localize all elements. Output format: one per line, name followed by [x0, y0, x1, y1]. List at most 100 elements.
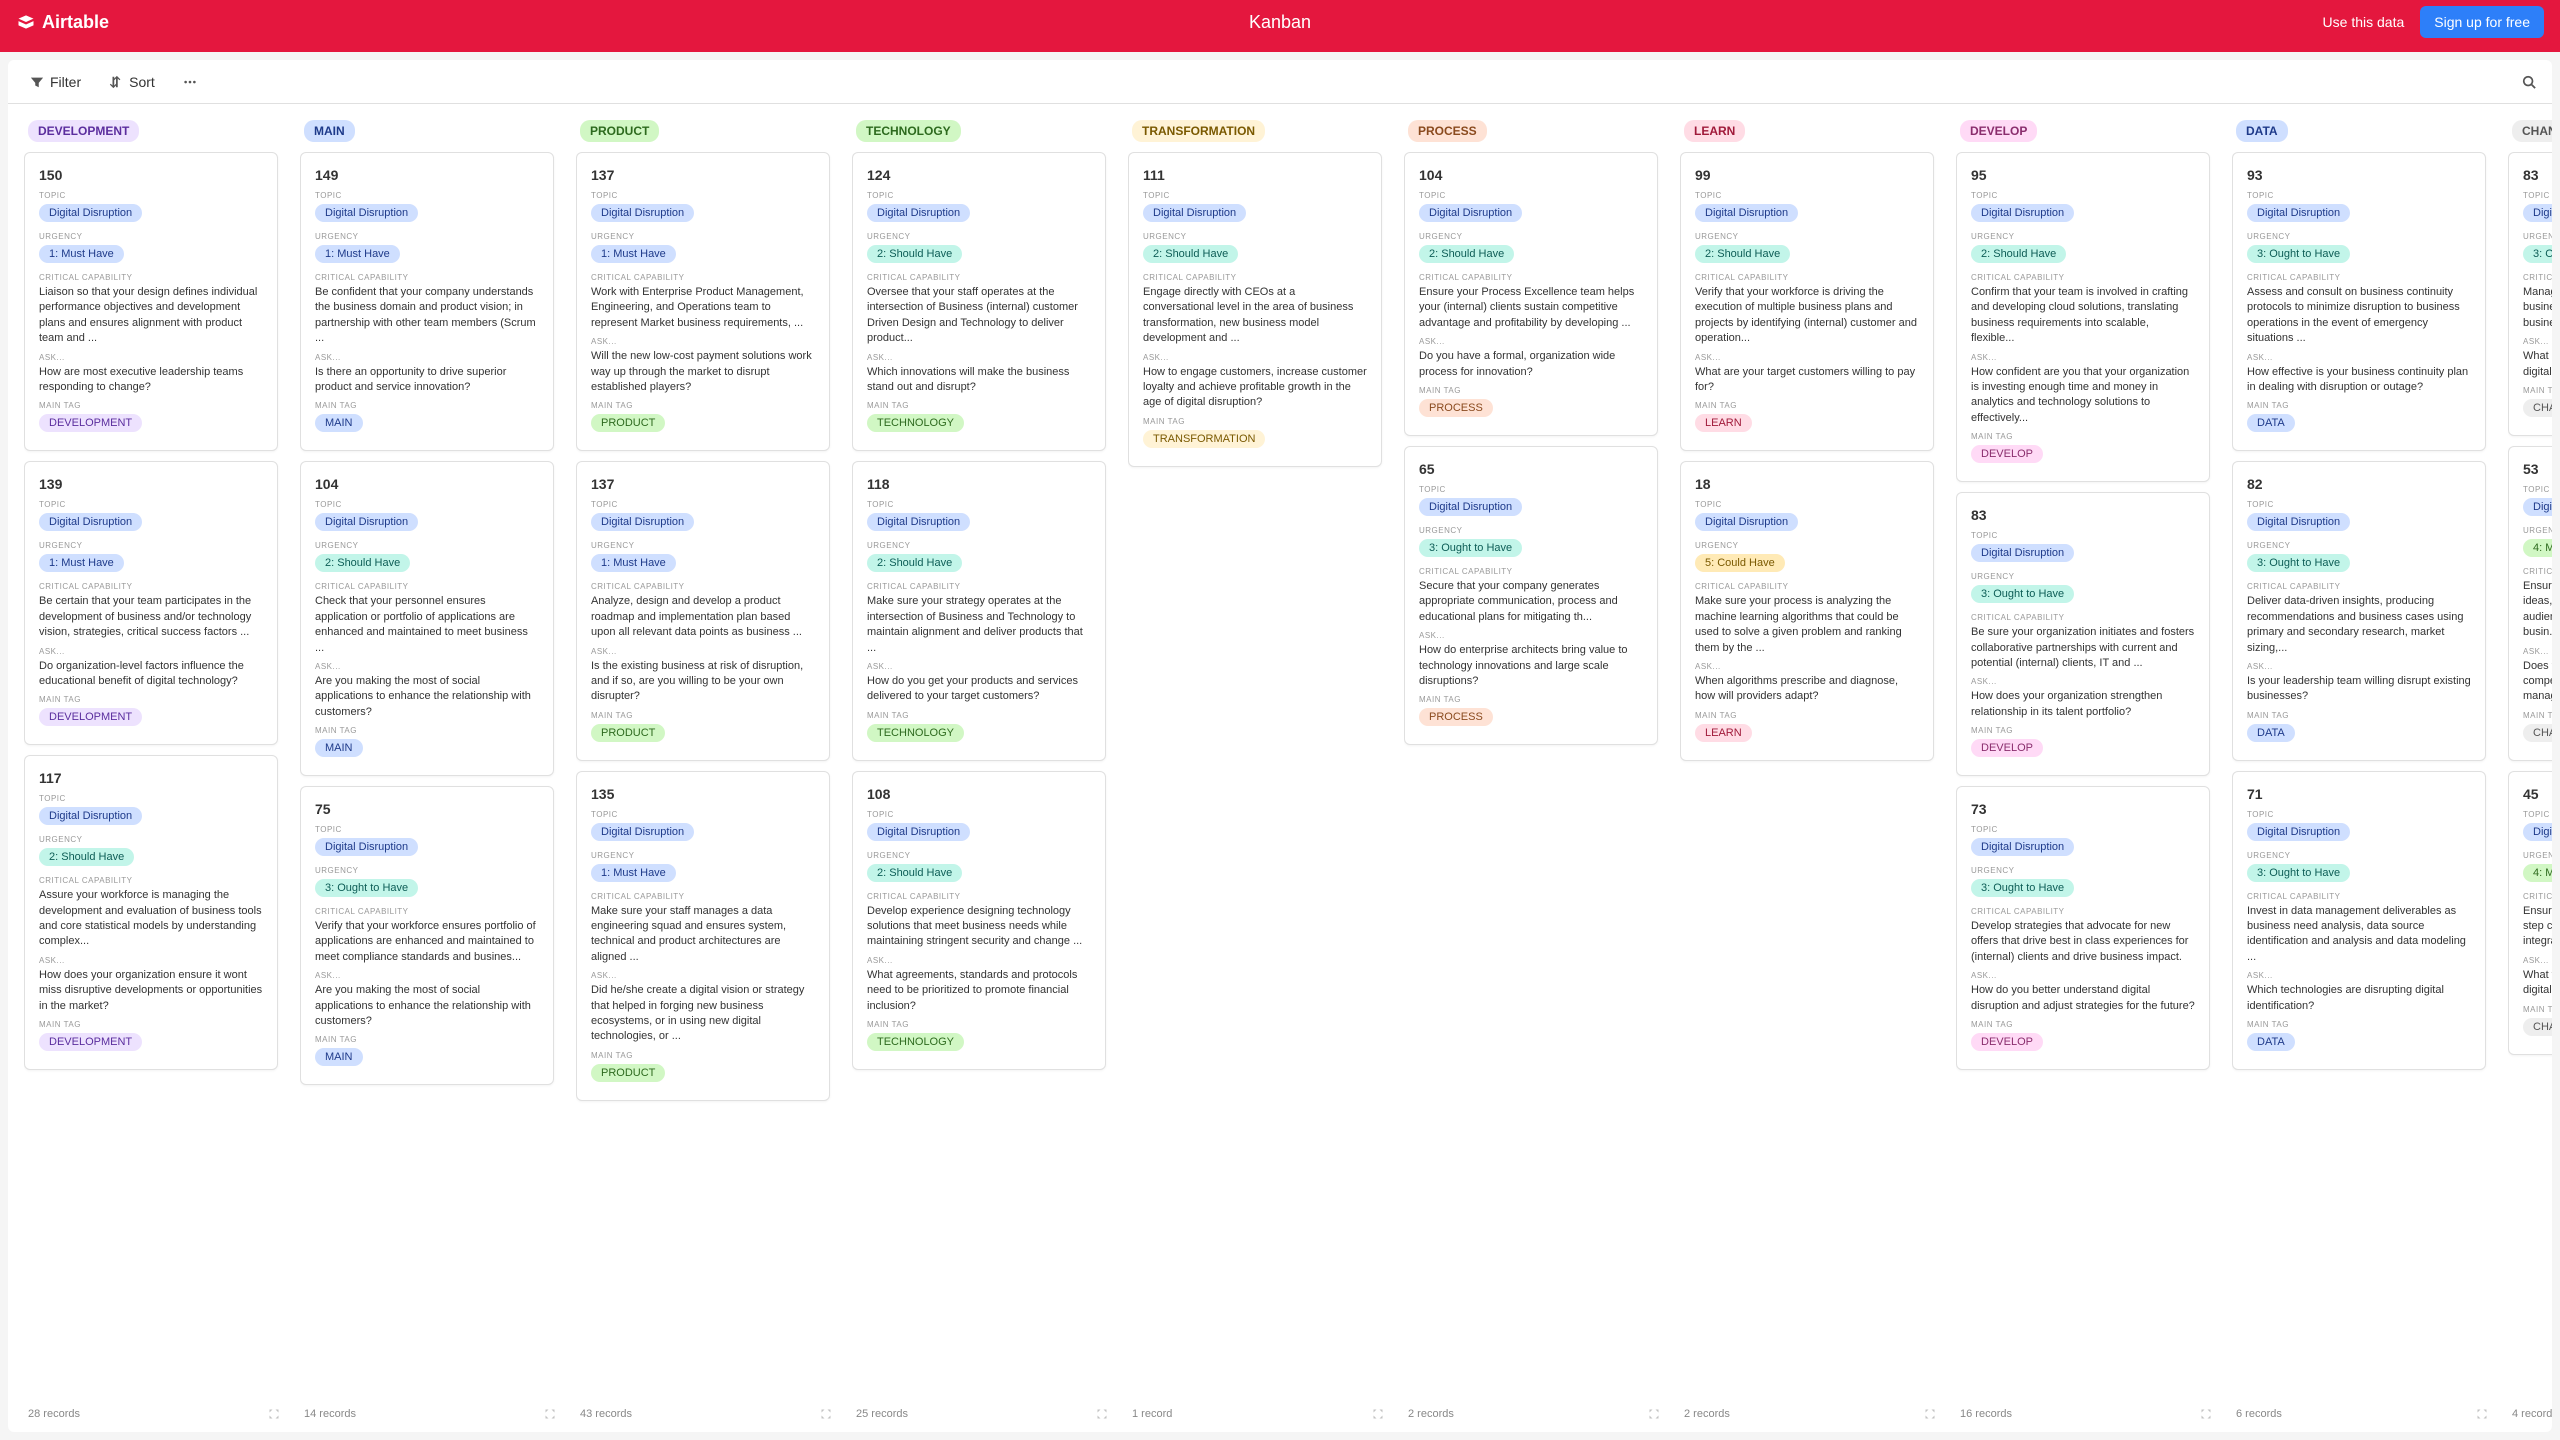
- kanban-card[interactable]: 108TOPICDigital DisruptionURGENCY2: Shou…: [852, 771, 1106, 1070]
- column-header[interactable]: DATA: [2232, 120, 2492, 142]
- brand-logo[interactable]: Airtable: [16, 12, 109, 33]
- field-label-capability: CRITICAL CAPABILITY: [315, 273, 539, 282]
- expand-icon[interactable]: [1372, 1408, 1384, 1420]
- kanban-card[interactable]: 53TOPICDigital DisruptionURGENCY4: Might…: [2508, 446, 2552, 761]
- cards-container[interactable]: 83TOPICDigital DisruptionURGENCY3: Ought…: [2508, 152, 2552, 1400]
- kanban-card[interactable]: 117TOPICDigital DisruptionURGENCY2: Shou…: [24, 755, 278, 1070]
- cards-container[interactable]: 137TOPICDigital DisruptionURGENCY1: Must…: [576, 152, 836, 1400]
- cards-container[interactable]: 111TOPICDigital DisruptionURGENCY2: Shou…: [1128, 152, 1388, 1400]
- field-label-ask: ASK...: [591, 337, 815, 346]
- column-header[interactable]: DEVELOP: [1956, 120, 2216, 142]
- cards-container[interactable]: 149TOPICDigital DisruptionURGENCY1: Must…: [300, 152, 560, 1400]
- field-label-urgency: URGENCY: [1143, 232, 1367, 241]
- field-label-urgency: URGENCY: [39, 541, 263, 550]
- cards-container[interactable]: 93TOPICDigital DisruptionURGENCY3: Ought…: [2232, 152, 2492, 1400]
- field-label-maintag: MAIN TAG: [1419, 386, 1643, 395]
- field-label-ask: ASK...: [2523, 647, 2552, 656]
- main-tag-pill: DEVELOPMENT: [39, 414, 142, 432]
- expand-icon[interactable]: [1924, 1408, 1936, 1420]
- kanban-card[interactable]: 99TOPICDigital DisruptionURGENCY2: Shoul…: [1680, 152, 1934, 451]
- column-header[interactable]: TECHNOLOGY: [852, 120, 1112, 142]
- kanban-column: DEVELOP 95TOPICDigital DisruptionURGENCY2…: [1956, 120, 2216, 1424]
- kanban-card[interactable]: 124TOPICDigital DisruptionURGENCY2: Shou…: [852, 152, 1106, 451]
- column-header[interactable]: CHANGE: [2508, 120, 2552, 142]
- column-header[interactable]: MAIN: [300, 120, 560, 142]
- kanban-card[interactable]: 137TOPICDigital DisruptionURGENCY1: Must…: [576, 461, 830, 760]
- cards-container[interactable]: 99TOPICDigital DisruptionURGENCY2: Shoul…: [1680, 152, 1940, 1400]
- kanban-card[interactable]: 83TOPICDigital DisruptionURGENCY3: Ought…: [1956, 492, 2210, 776]
- cards-container[interactable]: 95TOPICDigital DisruptionURGENCY2: Shoul…: [1956, 152, 2216, 1400]
- kanban-card[interactable]: 111TOPICDigital DisruptionURGENCY2: Shou…: [1128, 152, 1382, 467]
- main-tag-pill: DEVELOPMENT: [39, 1033, 142, 1051]
- kanban-card[interactable]: 150TOPICDigital DisruptionURGENCY1: Must…: [24, 152, 278, 451]
- cards-container[interactable]: 124TOPICDigital DisruptionURGENCY2: Shou…: [852, 152, 1112, 1400]
- topic-pill: Digital Disruption: [2247, 823, 2350, 841]
- field-label-ask: ASK...: [2247, 353, 2471, 362]
- kanban-card[interactable]: 65TOPICDigital DisruptionURGENCY3: Ought…: [1404, 446, 1658, 745]
- kanban-card[interactable]: 118TOPICDigital DisruptionURGENCY2: Shou…: [852, 461, 1106, 760]
- signup-button[interactable]: Sign up for free: [2420, 6, 2544, 38]
- expand-icon[interactable]: [268, 1408, 280, 1420]
- column-header[interactable]: PRODUCT: [576, 120, 836, 142]
- field-label-urgency: URGENCY: [1971, 572, 2195, 581]
- kanban-card[interactable]: 83TOPICDigital DisruptionURGENCY3: Ought…: [2508, 152, 2552, 436]
- kanban-card[interactable]: 149TOPICDigital DisruptionURGENCY1: Must…: [300, 152, 554, 451]
- expand-icon[interactable]: [820, 1408, 832, 1420]
- search-icon[interactable]: [2522, 75, 2536, 89]
- expand-icon[interactable]: [1648, 1408, 1660, 1420]
- kanban-card[interactable]: 73TOPICDigital DisruptionURGENCY3: Ought…: [1956, 786, 2210, 1070]
- urgency-pill: 3: Ought to Have: [2247, 864, 2350, 882]
- kanban-board[interactable]: DEVELOPMENT150TOPICDigital DisruptionURG…: [8, 104, 2552, 1432]
- column-header[interactable]: PROCESS: [1404, 120, 1664, 142]
- field-label-topic: TOPIC: [2523, 191, 2552, 200]
- field-label-topic: TOPIC: [1695, 500, 1919, 509]
- expand-icon[interactable]: [2200, 1408, 2212, 1420]
- brand-name: Airtable: [42, 12, 109, 33]
- column-title: PRODUCT: [580, 120, 659, 142]
- expand-icon[interactable]: [544, 1408, 556, 1420]
- column-header[interactable]: TRANSFORMATION: [1128, 120, 1388, 142]
- kanban-card[interactable]: 135TOPICDigital DisruptionURGENCY1: Must…: [576, 771, 830, 1101]
- kanban-card[interactable]: 18TOPICDigital DisruptionURGENCY5: Could…: [1680, 461, 1934, 760]
- ask-text: When algorithms prescribe and diagnose, …: [1695, 674, 1919, 705]
- ask-text: Do you have a formal, organization wide …: [1419, 349, 1643, 380]
- card-id: 53: [2523, 461, 2552, 477]
- column-header[interactable]: DEVELOPMENT: [24, 120, 284, 142]
- card-id: 95: [1971, 167, 2195, 183]
- field-label-capability: CRITICAL CAPABILITY: [1971, 907, 2195, 916]
- kanban-card[interactable]: 45TOPICDigital DisruptionURGENCY4: Might…: [2508, 771, 2552, 1055]
- more-button[interactable]: [177, 71, 203, 93]
- capability-text: Confirm that your team is involved in cr…: [1971, 285, 2195, 347]
- field-label-urgency: URGENCY: [1971, 232, 2195, 241]
- expand-icon[interactable]: [1096, 1408, 1108, 1420]
- kanban-card[interactable]: 71TOPICDigital DisruptionURGENCY3: Ought…: [2232, 771, 2486, 1070]
- column-title: LEARN: [1684, 120, 1745, 142]
- kanban-card[interactable]: 82TOPICDigital DisruptionURGENCY3: Ought…: [2232, 461, 2486, 760]
- capability-text: Assure your workforce is managing the de…: [39, 888, 263, 950]
- kanban-card[interactable]: 137TOPICDigital DisruptionURGENCY1: Must…: [576, 152, 830, 451]
- filter-button[interactable]: Filter: [24, 70, 87, 94]
- kanban-card[interactable]: 104TOPICDigital DisruptionURGENCY2: Shou…: [300, 461, 554, 776]
- card-id: 124: [867, 167, 1091, 183]
- sort-button[interactable]: Sort: [103, 70, 161, 94]
- field-label-urgency: URGENCY: [591, 851, 815, 860]
- field-label-maintag: MAIN TAG: [867, 401, 1091, 410]
- kanban-card[interactable]: 93TOPICDigital DisruptionURGENCY3: Ought…: [2232, 152, 2486, 451]
- ask-text: Is the existing business at risk of disr…: [591, 659, 815, 705]
- kanban-card[interactable]: 104TOPICDigital DisruptionURGENCY2: Shou…: [1404, 152, 1658, 436]
- field-label-maintag: MAIN TAG: [591, 401, 815, 410]
- use-this-data-link[interactable]: Use this data: [2323, 14, 2405, 30]
- kanban-card[interactable]: 75TOPICDigital DisruptionURGENCY3: Ought…: [300, 786, 554, 1085]
- field-label-topic: TOPIC: [591, 810, 815, 819]
- cards-container[interactable]: 150TOPICDigital DisruptionURGENCY1: Must…: [24, 152, 284, 1400]
- topic-pill: Digital Disruption: [2247, 513, 2350, 531]
- column-footer: 16 records: [1956, 1400, 2216, 1424]
- field-label-topic: TOPIC: [591, 500, 815, 509]
- column-header[interactable]: LEARN: [1680, 120, 1940, 142]
- field-label-maintag: MAIN TAG: [315, 726, 539, 735]
- kanban-card[interactable]: 95TOPICDigital DisruptionURGENCY2: Shoul…: [1956, 152, 2210, 482]
- cards-container[interactable]: 104TOPICDigital DisruptionURGENCY2: Shou…: [1404, 152, 1664, 1400]
- expand-icon[interactable]: [2476, 1408, 2488, 1420]
- main-tag-pill: PROCESS: [1419, 708, 1493, 726]
- kanban-card[interactable]: 139TOPICDigital DisruptionURGENCY1: Must…: [24, 461, 278, 745]
